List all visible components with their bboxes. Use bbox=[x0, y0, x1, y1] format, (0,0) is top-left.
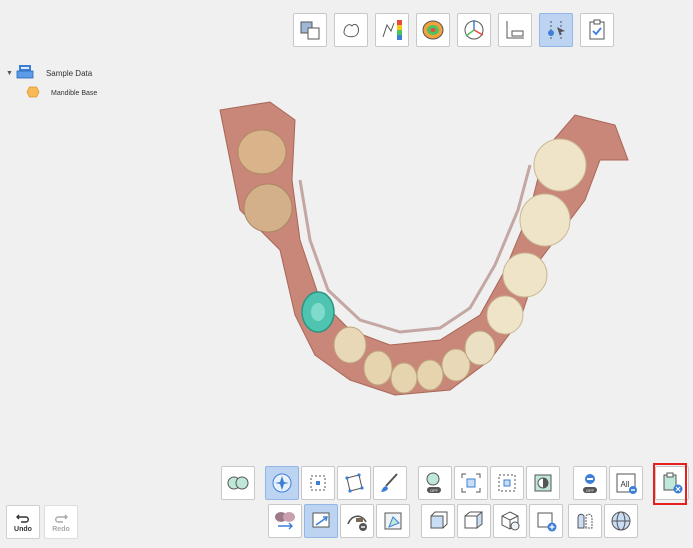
svg-text:OFF: OFF bbox=[430, 488, 439, 493]
fit-select-button[interactable] bbox=[454, 466, 488, 500]
align-button[interactable] bbox=[293, 13, 327, 47]
axis-button[interactable] bbox=[457, 13, 491, 47]
fit-select-icon bbox=[461, 473, 481, 493]
view-3d-icon bbox=[501, 511, 520, 531]
view-3d-button[interactable] bbox=[493, 504, 527, 538]
align-icon bbox=[300, 21, 320, 40]
deselect-off-button[interactable]: OFF bbox=[573, 466, 607, 500]
select-tool-icon bbox=[548, 21, 565, 39]
deselect-off-icon: OFF bbox=[583, 474, 597, 493]
add-view-button[interactable] bbox=[529, 504, 563, 538]
globe-button[interactable] bbox=[604, 504, 638, 538]
polygon-select-icon bbox=[345, 473, 364, 493]
view-front-button[interactable] bbox=[421, 504, 455, 538]
mesh-clean-icon bbox=[384, 512, 402, 530]
checklist-icon bbox=[589, 19, 605, 40]
tree-child-label: Mandible Base bbox=[51, 89, 98, 97]
apply-selection-button[interactable] bbox=[304, 504, 338, 538]
deselect-all-icon: All bbox=[616, 473, 637, 494]
dual-arch-button[interactable] bbox=[221, 466, 255, 500]
occlusion-map-button[interactable] bbox=[416, 13, 450, 47]
svg-text:All: All bbox=[621, 480, 630, 489]
invert-select-icon bbox=[498, 474, 516, 492]
box-select-button[interactable] bbox=[301, 466, 335, 500]
select-off-icon: OFF bbox=[426, 472, 441, 493]
brush-select-icon bbox=[381, 473, 398, 492]
deviation-map-icon bbox=[382, 20, 402, 40]
deviation-map-button[interactable] bbox=[375, 13, 409, 47]
mesh-clean-button[interactable] bbox=[376, 504, 410, 538]
deselect-all-button[interactable]: All bbox=[609, 466, 643, 500]
mirror-button[interactable] bbox=[568, 504, 602, 538]
occlusion-map-icon bbox=[422, 20, 444, 40]
data-stack-icon bbox=[16, 64, 34, 82]
mirror-icon bbox=[577, 513, 593, 529]
highlight-frame bbox=[653, 463, 687, 505]
tooth bbox=[533, 138, 587, 192]
globe-icon bbox=[611, 511, 631, 531]
tooth bbox=[363, 350, 393, 386]
tooth bbox=[486, 295, 524, 335]
tree-root-item[interactable]: ▼ Sample Data bbox=[6, 64, 92, 82]
cut-sweep-icon bbox=[347, 515, 367, 531]
cut-sweep-button[interactable] bbox=[340, 504, 374, 538]
add-view-icon bbox=[537, 512, 557, 532]
tree-child-item[interactable]: Mandible Base bbox=[26, 86, 97, 100]
dual-arch-icon bbox=[227, 476, 249, 490]
tooth bbox=[416, 359, 444, 391]
tooth bbox=[390, 362, 418, 394]
redo-arrow-icon bbox=[55, 514, 68, 523]
tooth bbox=[237, 129, 287, 175]
tooth bbox=[502, 252, 548, 298]
svg-text:OFF: OFF bbox=[586, 488, 595, 493]
crown-outline-icon bbox=[343, 23, 359, 38]
measure-icon bbox=[506, 21, 524, 39]
undo-button[interactable]: Undo bbox=[6, 505, 40, 539]
brush-select-button[interactable] bbox=[373, 466, 407, 500]
swap-models-icon bbox=[275, 512, 295, 530]
tooth bbox=[519, 193, 571, 247]
select-tool-button[interactable] bbox=[539, 13, 573, 47]
view-side-icon bbox=[464, 510, 483, 530]
tooth bbox=[243, 183, 293, 233]
smart-select-button[interactable] bbox=[265, 466, 299, 500]
view-side-button[interactable] bbox=[457, 504, 491, 538]
select-off-button[interactable]: OFF bbox=[418, 466, 452, 500]
view-front-icon bbox=[430, 511, 448, 529]
box-select-icon bbox=[310, 475, 326, 491]
undo-arrow-icon bbox=[16, 514, 29, 523]
checklist-button[interactable] bbox=[580, 13, 614, 47]
dental-scan-viewport[interactable] bbox=[200, 90, 640, 410]
swap-models-button[interactable] bbox=[268, 504, 302, 538]
collapse-arrow-icon[interactable]: ▼ bbox=[6, 70, 13, 77]
half-fill-icon bbox=[534, 474, 552, 492]
polygon-select-button[interactable] bbox=[337, 466, 371, 500]
invert-select-button[interactable] bbox=[490, 466, 524, 500]
crown-outline-button[interactable] bbox=[334, 13, 368, 47]
redo-label: Redo bbox=[52, 525, 70, 533]
half-fill-button[interactable] bbox=[526, 466, 560, 500]
axis-icon bbox=[464, 20, 484, 40]
hexagon-icon bbox=[26, 86, 40, 100]
apply-selection-icon bbox=[312, 512, 330, 528]
tooth bbox=[333, 326, 367, 364]
smart-select-icon bbox=[272, 473, 292, 493]
undo-label: Undo bbox=[14, 525, 32, 533]
tree-root-label: Sample Data bbox=[45, 68, 93, 78]
tooth bbox=[464, 330, 496, 366]
measure-button[interactable] bbox=[498, 13, 532, 47]
redo-button[interactable]: Redo bbox=[44, 505, 78, 539]
